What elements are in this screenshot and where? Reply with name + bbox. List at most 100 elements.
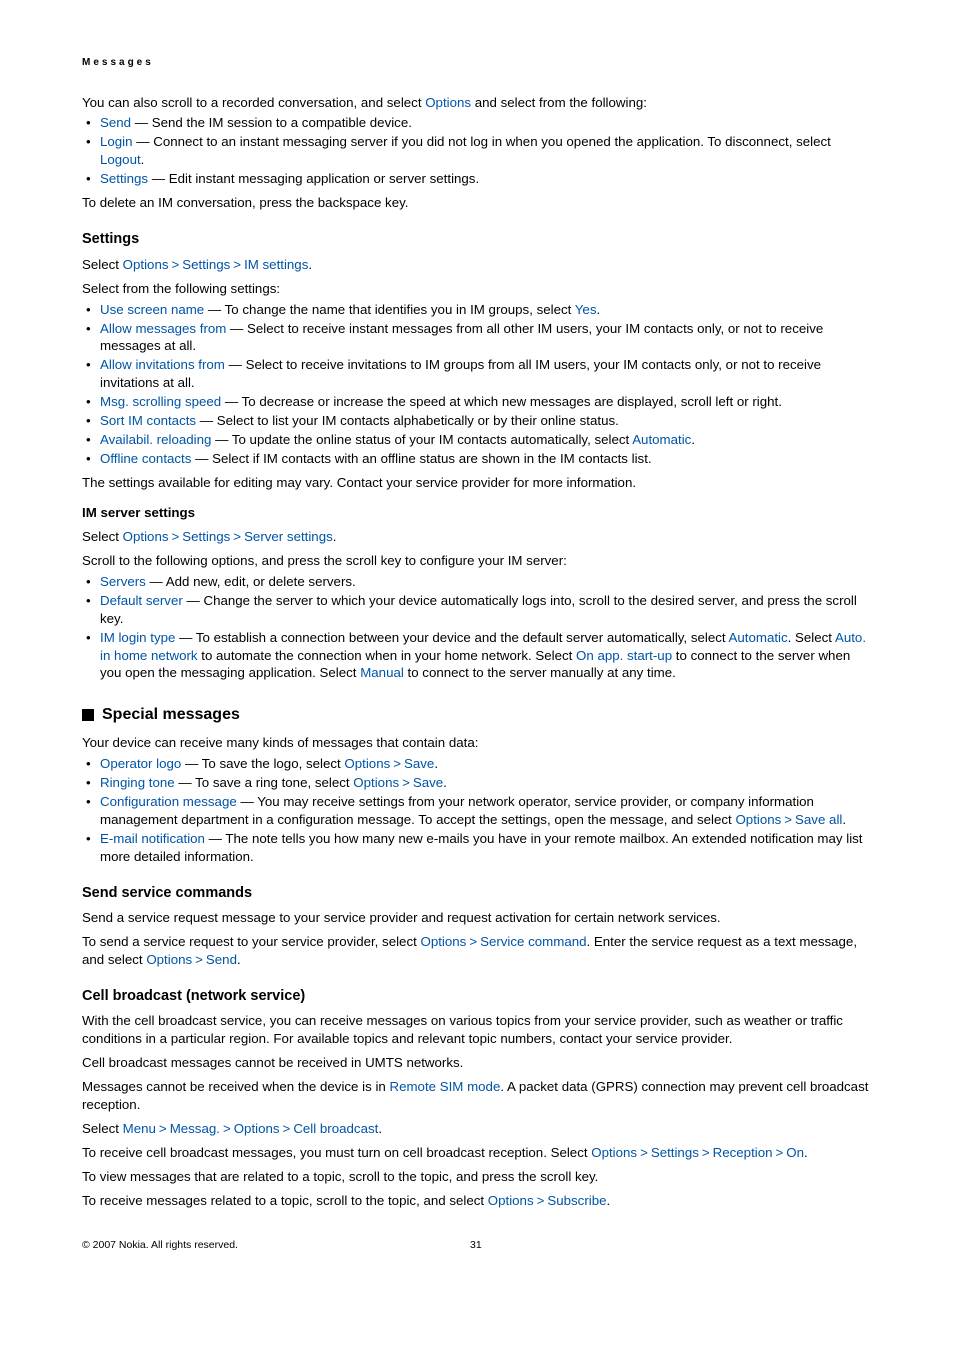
options-link[interactable]: Options [123,529,169,544]
menu-link[interactable]: Menu [123,1121,156,1136]
chevron-right-icon: > [637,1145,651,1160]
text: . [842,812,846,827]
text: — Select if IM contacts with an offline … [191,451,651,466]
servers-link[interactable]: Servers [100,574,146,589]
im-login-type-link[interactable]: IM login type [100,630,175,645]
subscribe-link[interactable]: Subscribe [547,1193,606,1208]
use-screen-name-link[interactable]: Use screen name [100,302,204,317]
text: Select [82,1121,123,1136]
text: . [691,432,695,447]
list-item: Allow messages from — Select to receive … [82,320,872,356]
text: — To save a ring tone, select [175,775,354,790]
chevron-right-icon: > [192,952,206,967]
login-link[interactable]: Login [100,134,133,149]
text: — Edit instant messaging application or … [148,171,479,186]
settings-link[interactable]: Settings [182,529,230,544]
im-settings-link[interactable]: IM settings [244,257,308,272]
remote-sim-mode-link[interactable]: Remote SIM mode [389,1079,500,1094]
default-server-link[interactable]: Default server [100,593,183,608]
cell-p5: To receive cell broadcast messages, you … [82,1144,872,1162]
settings-list: Use screen name — To change the name tha… [82,301,872,468]
server-list: Servers — Add new, edit, or delete serve… [82,573,872,683]
cell-p3: Messages cannot be received when the dev… [82,1078,872,1114]
chevron-right-icon: > [220,1121,234,1136]
options-link[interactable]: Options [735,812,781,827]
chevron-right-icon: > [390,756,404,771]
cell-broadcast-heading: Cell broadcast (network service) [82,987,872,1007]
options-link[interactable]: Options [488,1193,534,1208]
text: — To decrease or increase the speed at w… [221,394,782,409]
offline-contacts-link[interactable]: Offline contacts [100,451,191,466]
options-link[interactable]: Options [591,1145,637,1160]
options-link[interactable]: Options [146,952,192,967]
list-item: IM login type — To establish a connectio… [82,629,872,683]
send-link[interactable]: Send [206,952,237,967]
settings-link[interactable]: Settings [100,171,148,186]
im-server-scroll: Scroll to the following options, and pre… [82,552,872,570]
send-service-commands-heading: Send service commands [82,884,872,904]
list-item: Availabil. reloading — To update the onl… [82,431,872,449]
list-item: Offline contacts — Select if IM contacts… [82,450,872,468]
scrolling-speed-link[interactable]: Msg. scrolling speed [100,394,221,409]
chevron-right-icon: > [280,1121,294,1136]
text: to automate the connection when in your … [198,648,576,663]
text: Messages cannot be received when the dev… [82,1079,389,1094]
text: . [333,529,337,544]
text: You can also scroll to a recorded conver… [82,95,425,110]
availabil-reloading-link[interactable]: Availabil. reloading [100,432,211,447]
options-link[interactable]: Options [353,775,399,790]
on-app-start-up-link[interactable]: On app. start-up [576,648,672,663]
text: . [378,1121,382,1136]
settings-path: Select Options>Settings>IM settings. [82,256,872,274]
settings-heading: Settings [82,230,872,250]
send-link[interactable]: Send [100,115,131,130]
chevron-right-icon: > [399,775,413,790]
allow-messages-link[interactable]: Allow messages from [100,321,226,336]
settings-link[interactable]: Settings [651,1145,699,1160]
im-server-path: Select Options>Settings>Server settings. [82,528,872,546]
manual-link[interactable]: Manual [360,665,404,680]
email-notification-link[interactable]: E-mail notification [100,831,205,846]
automatic-link[interactable]: Automatic [632,432,691,447]
text: . [141,152,145,167]
save-link[interactable]: Save [404,756,434,771]
page: Messages You can also scroll to a record… [0,0,954,1292]
list-item: Sort IM contacts — Select to list your I… [82,412,872,430]
chevron-right-icon: > [699,1145,713,1160]
options-link[interactable]: Options [344,756,390,771]
configuration-message-link[interactable]: Configuration message [100,794,237,809]
save-link[interactable]: Save [413,775,443,790]
settings-link[interactable]: Settings [182,257,230,272]
list-item: Use screen name — To change the name tha… [82,301,872,319]
text: . [308,257,312,272]
list-item: Login — Connect to an instant messaging … [82,133,872,169]
special-list: Operator logo — To save the logo, select… [82,755,872,866]
text: — To save the logo, select [181,756,344,771]
text: . [596,302,600,317]
server-settings-link[interactable]: Server settings [244,529,333,544]
messag-link[interactable]: Messag. [170,1121,220,1136]
reception-link[interactable]: Reception [713,1145,773,1160]
operator-logo-link[interactable]: Operator logo [100,756,181,771]
logout-link[interactable]: Logout [100,152,141,167]
yes-link[interactable]: Yes [575,302,597,317]
options-link[interactable]: Options [421,934,467,949]
save-all-link[interactable]: Save all [795,812,842,827]
sort-contacts-link[interactable]: Sort IM contacts [100,413,196,428]
service-command-link[interactable]: Service command [480,934,586,949]
running-header: Messages [82,56,872,70]
ringing-tone-link[interactable]: Ringing tone [100,775,175,790]
allow-invitations-link[interactable]: Allow invitations from [100,357,225,372]
list-item: Operator logo — To save the logo, select… [82,755,872,773]
options-link[interactable]: Options [425,95,471,110]
list-item: Configuration message — You may receive … [82,793,872,829]
on-link[interactable]: On [786,1145,804,1160]
cell-broadcast-link[interactable]: Cell broadcast [293,1121,378,1136]
chevron-right-icon: > [230,257,244,272]
options-link[interactable]: Options [123,257,169,272]
list-item: Ringing tone — To save a ring tone, sele… [82,774,872,792]
options-link[interactable]: Options [234,1121,280,1136]
automatic-link[interactable]: Automatic [729,630,788,645]
page-footer: © 2007 Nokia. All rights reserved. 31 [82,1238,872,1252]
im-server-settings-heading: IM server settings [82,504,872,522]
